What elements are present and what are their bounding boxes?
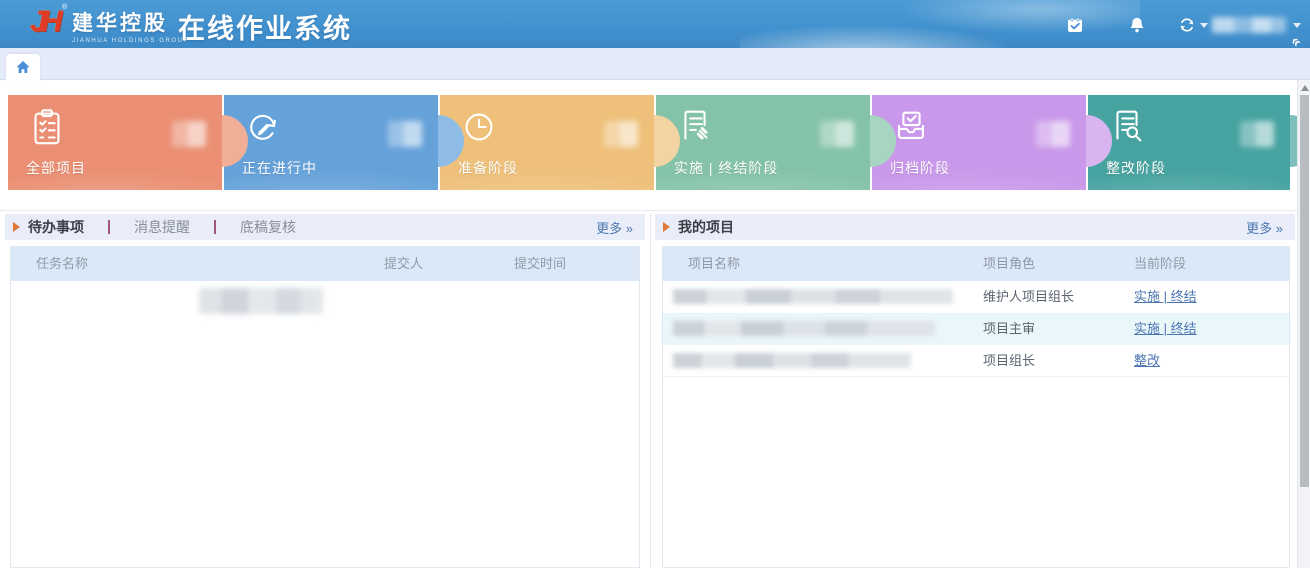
brand-block: 建华控股 JIANHUA HOLDINGS GROUP [72,7,192,44]
projects-panel-title: 我的项目 [678,217,734,237]
stage-link[interactable]: 整改 [1134,345,1160,377]
vertical-scrollbar[interactable] [1297,80,1310,568]
card-all-projects[interactable]: 全部项目 [8,95,222,190]
tab-home[interactable] [6,54,40,80]
page-title: 在线作业系统 [178,7,352,46]
todo-table: 任务名称 提交人 提交时间 [10,246,640,568]
bell-icon[interactable] [1128,16,1146,34]
count-redacted [1036,121,1070,147]
projects-more-link[interactable]: 更多 » [1246,218,1283,237]
project-name-redacted [673,321,935,336]
todo-panel: 待办事项 消息提醒 底稿复核 更多 » 任务名称 提交人 提交时间 [5,214,645,568]
card-prepare-stage[interactable]: 准备阶段 [440,95,654,190]
column-project-name: 项目名称 [688,247,740,281]
scroll-up-arrow-icon[interactable] [1301,85,1309,91]
card-label: 全部项目 [26,158,86,178]
column-submit-time: 提交时间 [514,247,566,281]
tab-message-reminder[interactable]: 消息提醒 [134,217,190,237]
pencil-refresh-icon [242,106,284,148]
refresh-icon[interactable] [1178,16,1196,34]
chevron-down-icon[interactable] [1200,23,1208,28]
archive-check-icon [890,106,932,148]
table-row[interactable]: 项目主审 实施 | 终结 [663,313,1289,345]
clipboard-list-icon [26,106,68,148]
count-redacted [172,121,206,147]
project-name-redacted [673,289,953,304]
clock-icon [458,106,500,148]
table-row[interactable]: 维护人项目组长 实施 | 终结 [663,281,1289,313]
project-role: 项目组长 [983,345,1035,377]
tab-todo-items[interactable]: 待办事项 [28,217,84,237]
tab-bar [0,48,1310,80]
calendar-check-icon[interactable] [1066,16,1084,34]
column-current-stage: 当前阶段 [1134,247,1186,281]
project-role: 项目主审 [983,313,1035,345]
column-project-role: 项目角色 [983,247,1035,281]
home-icon [15,59,31,75]
registered-mark: ® [62,4,67,11]
stage-link[interactable]: 实施 | 终结 [1134,313,1197,345]
company-logo-icon: JH [30,5,56,39]
brand-subtitle: JIANHUA HOLDINGS GROUP [72,38,192,44]
projects-panel: 我的项目 更多 » 项目名称 项目角色 当前阶段 维护人项目组长 实施 | 终结… [655,214,1295,568]
projects-table: 项目名称 项目角色 当前阶段 维护人项目组长 实施 | 终结 项目主审 实施 |… [662,246,1290,568]
count-redacted [820,121,854,147]
card-in-progress[interactable]: 正在进行中 [224,95,438,190]
project-role: 维护人项目组长 [983,281,1074,313]
card-label: 准备阶段 [458,158,518,178]
tab-separator [214,220,216,234]
column-submitter: 提交人 [384,247,423,281]
project-name-redacted [673,353,911,368]
card-implement-stage[interactable]: 实施 | 终结阶段 [656,95,870,190]
brand-name: 建华控股 [72,7,192,37]
todo-panel-titlebar: 待办事项 消息提醒 底稿复核 更多 » [5,214,645,240]
card-label: 正在进行中 [242,158,317,178]
column-task-name: 任务名称 [36,247,88,281]
card-archive-stage[interactable]: 归档阶段 [872,95,1086,190]
table-row[interactable]: 项目组长 整改 [663,345,1289,377]
count-redacted [388,121,422,147]
todo-more-link[interactable]: 更多 » [596,218,633,237]
triangle-bullet-icon [663,222,670,232]
card-label: 实施 | 终结阶段 [674,158,778,178]
document-gavel-icon [674,106,716,148]
triangle-bullet-icon [13,222,20,232]
scrollbar-thumb[interactable] [1300,95,1309,487]
card-rectify-stage[interactable]: 整改阶段 [1088,95,1290,190]
card-label: 归档阶段 [890,158,950,178]
stage-link[interactable]: 实施 | 终结 [1134,281,1197,313]
projects-table-header: 项目名称 项目角色 当前阶段 [663,247,1289,281]
projects-panel-titlebar: 我的项目 更多 » [655,214,1295,240]
username-redacted[interactable] [1212,17,1286,33]
count-redacted [604,121,638,147]
document-wrench-icon [1106,106,1148,148]
app-header: JH ® 建华控股 JIANHUA HOLDINGS GROUP 在线作业系统 [0,0,1310,48]
task-row-redacted[interactable] [199,288,323,314]
tab-draft-review[interactable]: 底稿复核 [240,217,296,237]
todo-table-header: 任务名称 提交人 提交时间 [11,247,639,281]
page: JH ® 建华控股 JIANHUA HOLDINGS GROUP 在线作业系统 [0,0,1310,568]
user-chevron-down-icon[interactable] [1293,23,1301,28]
card-label: 整改阶段 [1106,158,1166,178]
count-redacted [1240,121,1274,147]
panel-divider [650,214,651,568]
divider [0,210,1297,211]
tab-separator [108,220,110,234]
